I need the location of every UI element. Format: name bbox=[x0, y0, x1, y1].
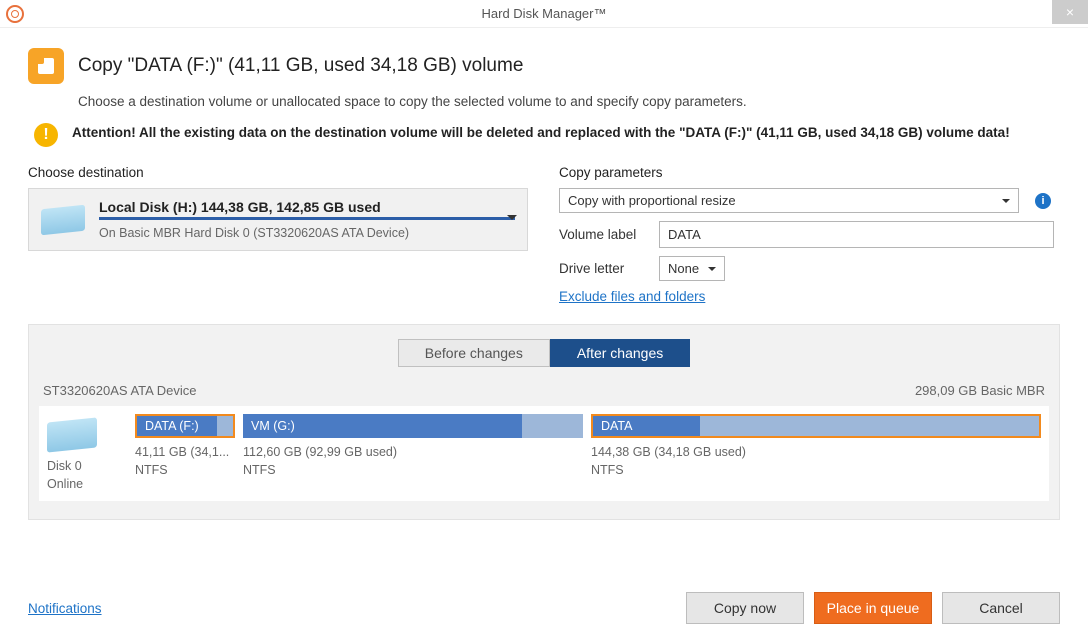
page-header: Copy "DATA (F:)" (41,11 GB, used 34,18 G… bbox=[28, 48, 1060, 84]
partition-label: DATA bbox=[601, 419, 632, 433]
partition[interactable]: VM (G:) 112,60 GB (92,99 GB used)NTFS bbox=[243, 414, 583, 479]
choose-destination-label: Choose destination bbox=[28, 165, 529, 180]
page-subtitle: Choose a destination volume or unallocat… bbox=[78, 94, 1060, 109]
tab-after-changes[interactable]: After changes bbox=[550, 339, 690, 367]
info-icon[interactable]: i bbox=[1035, 193, 1051, 209]
drive-letter-value: None bbox=[668, 261, 699, 276]
close-button[interactable]: × bbox=[1052, 0, 1088, 24]
copy-parameters-label: Copy parameters bbox=[559, 165, 1060, 180]
partition-free-fill bbox=[700, 416, 1039, 436]
partition-filesystem: NTFS bbox=[243, 462, 583, 480]
notifications-link[interactable]: Notifications bbox=[28, 601, 102, 616]
partition-bar[interactable]: VM (G:) bbox=[243, 414, 583, 438]
disk-status: Online bbox=[47, 476, 127, 494]
chevron-down-icon bbox=[1002, 199, 1010, 207]
drive-letter-label: Drive letter bbox=[559, 261, 649, 276]
partition-size: 144,38 GB (34,18 GB used) bbox=[591, 444, 1041, 462]
drive-letter-select[interactable]: None bbox=[659, 256, 725, 281]
tab-before-changes[interactable]: Before changes bbox=[398, 339, 550, 367]
partition-bar[interactable]: DATA (F:) bbox=[135, 414, 235, 438]
copy-now-button[interactable]: Copy now bbox=[686, 592, 804, 624]
app-icon bbox=[6, 5, 24, 23]
destination-selector[interactable]: Local Disk (H:) 144,38 GB, 142,85 GB use… bbox=[28, 188, 528, 251]
place-in-queue-button[interactable]: Place in queue bbox=[814, 592, 932, 624]
warning-row: ! Attention! All the existing data on th… bbox=[28, 123, 1060, 147]
chevron-down-icon bbox=[708, 267, 716, 275]
disk-icon bbox=[47, 417, 97, 452]
warning-icon: ! bbox=[34, 123, 58, 147]
partition-label: DATA (F:) bbox=[145, 419, 199, 433]
destination-subtitle: On Basic MBR Hard Disk 0 (ST3320620AS AT… bbox=[99, 226, 515, 240]
volume-label-input[interactable] bbox=[659, 221, 1054, 248]
partition-filesystem: NTFS bbox=[591, 462, 1041, 480]
device-name: ST3320620AS ATA Device bbox=[43, 383, 196, 398]
partition-free-fill bbox=[217, 416, 233, 436]
disk-diagram-panel: Before changes After changes ST3320620AS… bbox=[28, 324, 1060, 520]
partition-filesystem: NTFS bbox=[135, 462, 235, 480]
partition-free-fill bbox=[522, 414, 583, 438]
device-desc: 298,09 GB Basic MBR bbox=[915, 383, 1045, 398]
partition-size: 112,60 GB (92,99 GB used) bbox=[243, 444, 583, 462]
copy-mode-select[interactable]: Copy with proportional resize bbox=[559, 188, 1019, 213]
cancel-button[interactable]: Cancel bbox=[942, 592, 1060, 624]
titlebar: Hard Disk Manager™ × bbox=[0, 0, 1088, 28]
volume-label-label: Volume label bbox=[559, 227, 649, 242]
partition-label: VM (G:) bbox=[251, 419, 295, 433]
partition[interactable]: DATA 144,38 GB (34,18 GB used)NTFS bbox=[591, 414, 1041, 479]
warning-text: Attention! All the existing data on the … bbox=[72, 123, 1010, 143]
window-title: Hard Disk Manager™ bbox=[482, 6, 607, 21]
page-title: Copy "DATA (F:)" (41,11 GB, used 34,18 G… bbox=[78, 55, 523, 77]
disk-icon bbox=[41, 204, 85, 235]
copy-mode-value: Copy with proportional resize bbox=[568, 193, 736, 208]
partition[interactable]: DATA (F:) 41,11 GB (34,1...NTFS bbox=[135, 414, 235, 479]
exclude-files-link[interactable]: Exclude files and folders bbox=[559, 289, 705, 304]
partition-size: 41,11 GB (34,1... bbox=[135, 444, 235, 462]
destination-title: Local Disk (H:) 144,38 GB, 142,85 GB use… bbox=[99, 199, 515, 215]
destination-usage-bar bbox=[99, 217, 515, 220]
disk-name: Disk 0 bbox=[47, 458, 127, 476]
partition-bar[interactable]: DATA bbox=[591, 414, 1041, 438]
copy-volume-icon bbox=[28, 48, 64, 84]
chevron-down-icon bbox=[507, 215, 517, 225]
